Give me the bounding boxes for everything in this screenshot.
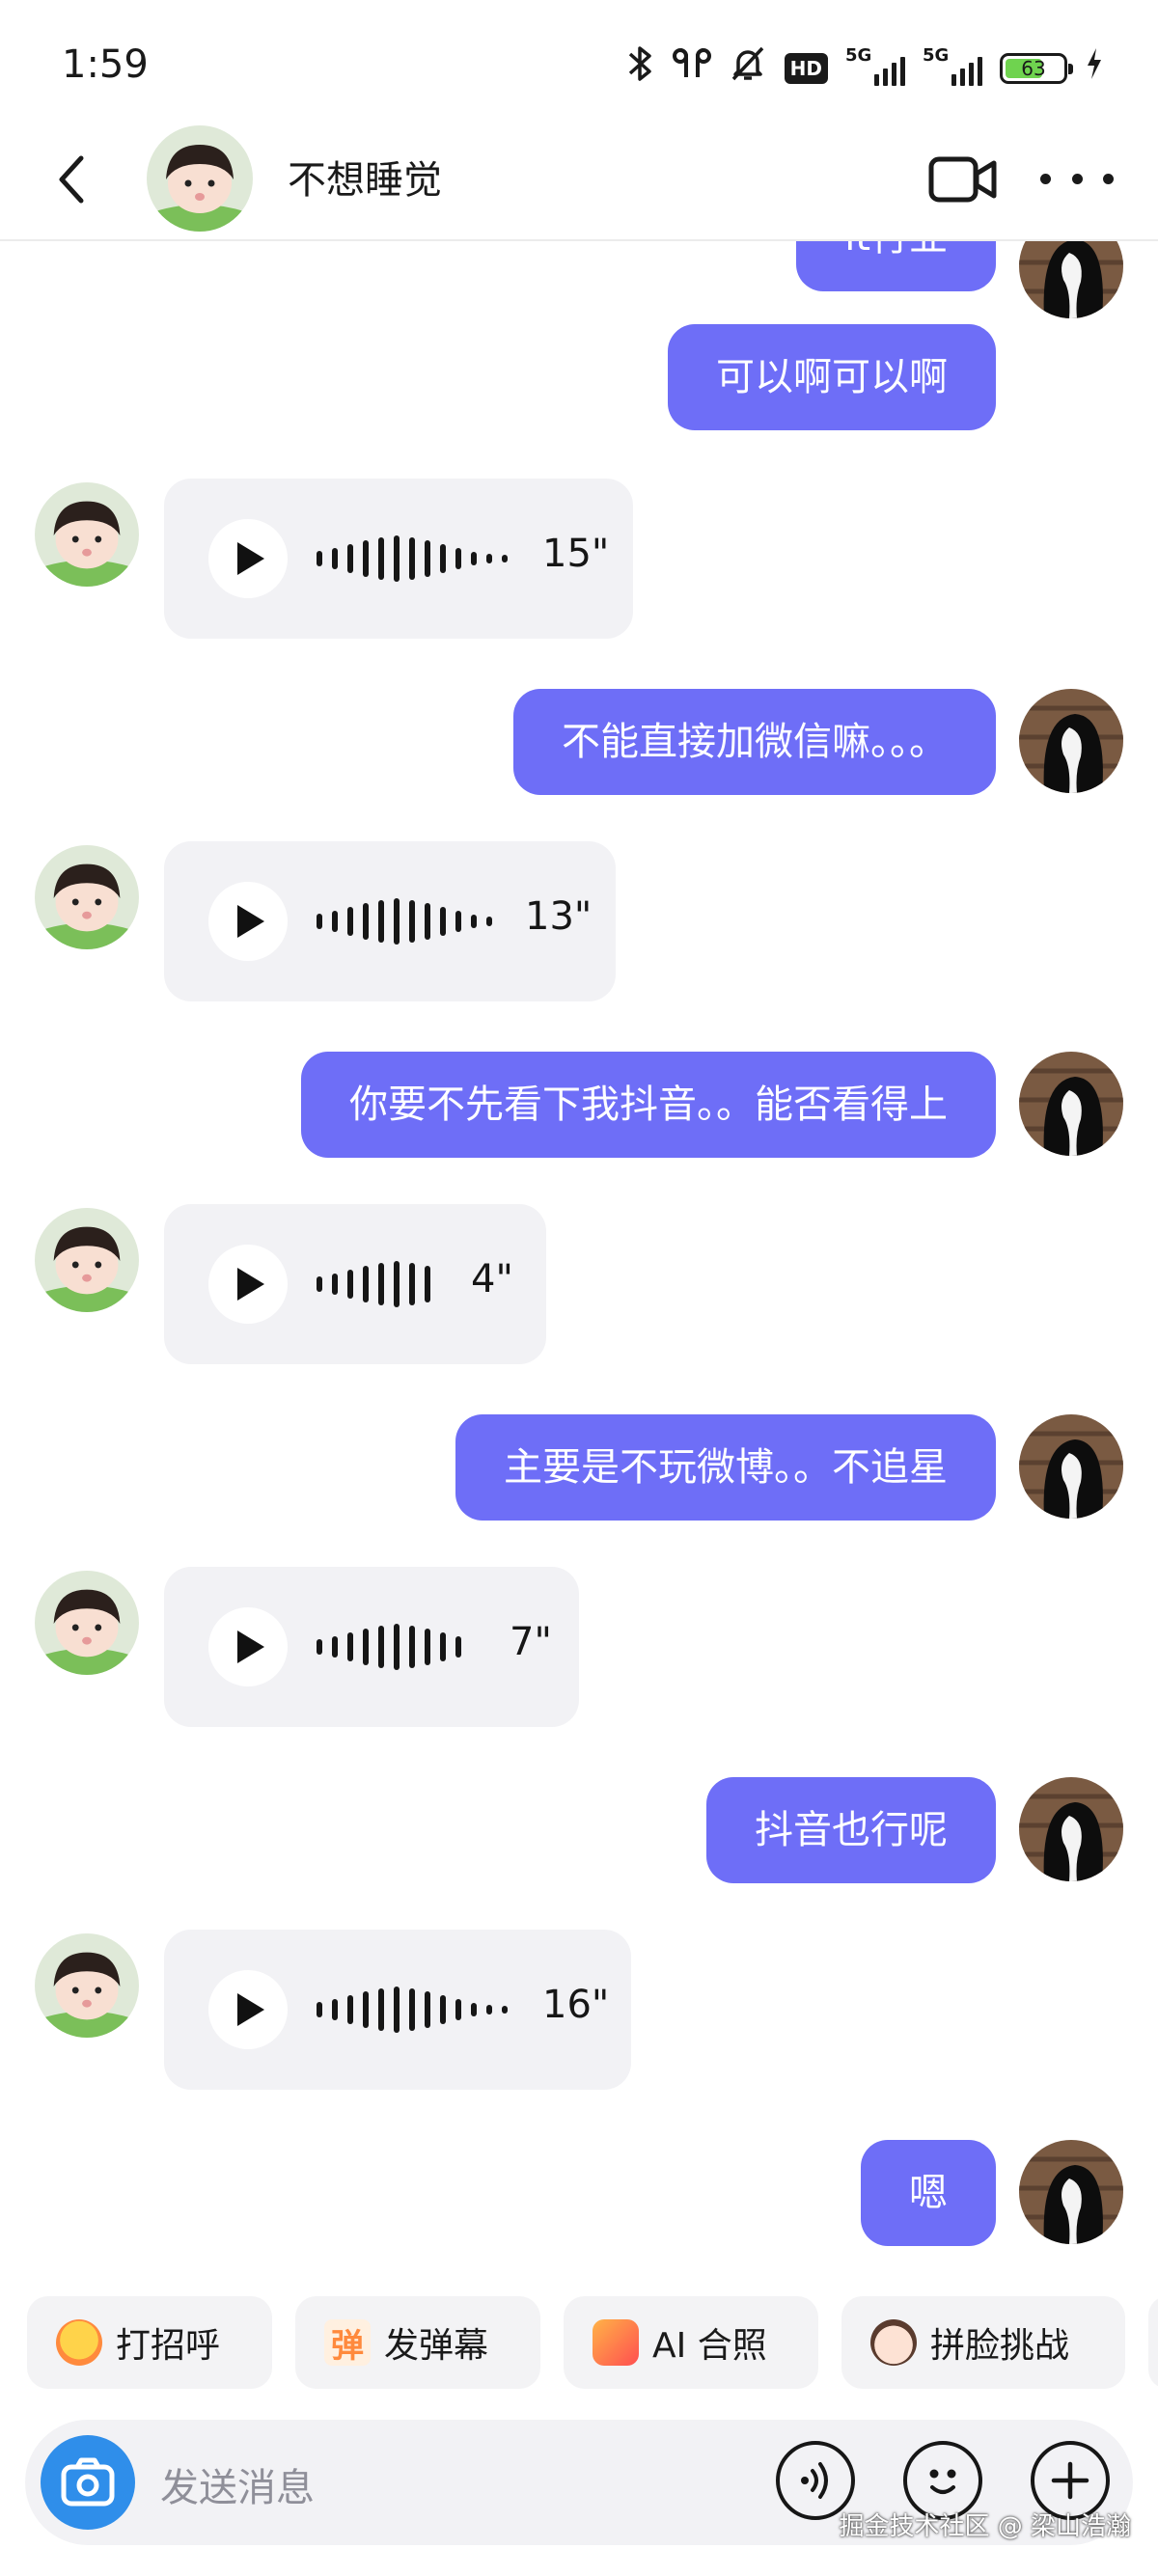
ai-photo-chip[interactable]: AI 合照 bbox=[564, 2296, 818, 2389]
outgoing-message[interactable]: it行业 bbox=[796, 241, 996, 291]
face-icon bbox=[870, 2319, 917, 2366]
charging-icon bbox=[1085, 46, 1104, 90]
plus-icon bbox=[1051, 2461, 1089, 2500]
camera-button[interactable] bbox=[41, 2435, 135, 2530]
greet-chip[interactable]: 打招呼 bbox=[27, 2296, 272, 2389]
outgoing-message[interactable]: 不能直接加微信嘛。。。 bbox=[513, 689, 996, 795]
play-button[interactable] bbox=[208, 1970, 288, 2049]
earbuds-icon bbox=[672, 44, 711, 92]
signal-icon: 5G bbox=[845, 45, 905, 86]
outgoing-message[interactable]: 嗯 bbox=[861, 2140, 996, 2246]
chat-header: 不想睡觉 bbox=[0, 123, 1158, 241]
play-button[interactable] bbox=[208, 1245, 288, 1324]
dot-icon bbox=[1040, 173, 1051, 184]
quick-actions-bar: 打招呼 弹 发弹幕 AI 合照 拼脸挑战 bbox=[0, 2296, 1158, 2393]
chevron-left-icon bbox=[59, 155, 84, 204]
contact-message-avatar[interactable] bbox=[35, 1208, 139, 1312]
self-avatar[interactable] bbox=[1019, 1052, 1123, 1156]
hd-badge: HD bbox=[784, 52, 828, 84]
more-chip[interactable] bbox=[1148, 2296, 1158, 2389]
bluetooth-icon bbox=[626, 44, 655, 92]
greet-chip-label: 打招呼 bbox=[116, 2326, 221, 2366]
play-button[interactable] bbox=[208, 882, 288, 961]
ai-photo-chip-label: AI 合照 bbox=[652, 2326, 767, 2366]
signal-icon-2: 5G bbox=[923, 45, 982, 86]
message-list[interactable]: it行业 可以啊可以啊 15" 不能直接加微信嘛。。。 13" 你要不先看下我抖… bbox=[0, 241, 1158, 2296]
voice-message[interactable]: 13" bbox=[164, 841, 616, 1001]
wave-hand-icon bbox=[56, 2319, 102, 2366]
dot-icon bbox=[1071, 173, 1083, 184]
self-avatar[interactable] bbox=[1019, 241, 1123, 318]
voice-duration: 13" bbox=[525, 894, 593, 939]
contact-message-avatar[interactable] bbox=[35, 845, 139, 949]
more-options-button[interactable] bbox=[1040, 164, 1114, 193]
outgoing-message[interactable]: 主要是不玩微博。。不追星 bbox=[455, 1414, 996, 1521]
camera-icon bbox=[61, 2457, 115, 2507]
contact-message-avatar[interactable] bbox=[35, 1933, 139, 2038]
contact-message-avatar[interactable] bbox=[35, 1571, 139, 1675]
video-call-button[interactable] bbox=[928, 154, 998, 205]
status-icons: HD 5G 5G 63 bbox=[626, 44, 1104, 92]
face-challenge-chip[interactable]: 拼脸挑战 bbox=[841, 2296, 1125, 2389]
back-button[interactable] bbox=[48, 149, 106, 210]
self-avatar[interactable] bbox=[1019, 689, 1123, 793]
waveform-icon bbox=[317, 1252, 430, 1316]
play-button[interactable] bbox=[208, 1607, 288, 1686]
camera-photo-icon bbox=[593, 2319, 639, 2366]
danmu-chip[interactable]: 弹 发弹幕 bbox=[295, 2296, 540, 2389]
dot-icon bbox=[1103, 173, 1114, 184]
status-time: 1:59 bbox=[62, 42, 149, 87]
contact-message-avatar[interactable] bbox=[35, 482, 139, 587]
contact-avatar[interactable] bbox=[147, 125, 253, 232]
outgoing-message[interactable]: 可以啊可以啊 bbox=[668, 324, 996, 430]
waveform-icon bbox=[317, 1978, 508, 2042]
face-challenge-chip-label: 拼脸挑战 bbox=[930, 2326, 1070, 2366]
contact-name[interactable]: 不想睡觉 bbox=[288, 149, 442, 205]
danmu-chip-label: 发弹幕 bbox=[384, 2326, 489, 2366]
self-avatar[interactable] bbox=[1019, 1777, 1123, 1881]
outgoing-message[interactable]: 你要不先看下我抖音。。能否看得上 bbox=[301, 1052, 996, 1158]
voice-duration: 16" bbox=[542, 1983, 610, 2027]
self-avatar[interactable] bbox=[1019, 1414, 1123, 1519]
voice-duration: 4" bbox=[471, 1257, 513, 1302]
danmu-icon: 弹 bbox=[324, 2319, 371, 2366]
waveform-icon bbox=[317, 527, 508, 590]
message-input[interactable]: 发送消息 bbox=[160, 2456, 315, 2512]
mute-bell-icon bbox=[729, 44, 767, 92]
voice-message[interactable]: 16" bbox=[164, 1930, 631, 2090]
waveform-icon bbox=[317, 890, 492, 953]
outgoing-message[interactable]: 抖音也行呢 bbox=[706, 1777, 996, 1883]
watermark: 掘金技术社区 @ 梁山浩瀚 bbox=[839, 2512, 1131, 2541]
play-button[interactable] bbox=[208, 519, 288, 598]
voice-duration: 7" bbox=[510, 1620, 552, 1664]
voice-message[interactable]: 4" bbox=[164, 1204, 546, 1364]
smile-icon bbox=[929, 2469, 956, 2494]
waveform-icon bbox=[317, 1615, 461, 1679]
voice-duration: 15" bbox=[542, 532, 610, 576]
battery-icon: 63 bbox=[1000, 52, 1073, 84]
video-camera-icon bbox=[928, 156, 997, 203]
voice-message[interactable]: 7" bbox=[164, 1567, 579, 1727]
voice-message[interactable]: 15" bbox=[164, 479, 633, 639]
self-avatar[interactable] bbox=[1019, 2140, 1123, 2244]
sound-wave-icon bbox=[801, 2462, 828, 2499]
battery-level: 63 bbox=[1021, 56, 1046, 80]
status-bar: 1:59 HD 5G 5G 63 bbox=[0, 0, 1158, 135]
